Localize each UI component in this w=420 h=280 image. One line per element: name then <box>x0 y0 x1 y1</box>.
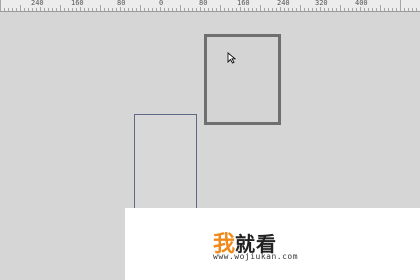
frame-outline[interactable] <box>134 114 197 218</box>
horizontal-ruler[interactable]: 240 160 80 0 80 160 240 320 400 <box>0 0 420 12</box>
ruler-label: 160 <box>70 0 85 7</box>
ruler-label: 160 <box>236 0 251 7</box>
ruler-label: 80 <box>116 0 127 7</box>
watermark-url: www.wojiukan.com <box>213 252 299 261</box>
watermark: 我 就看 www.wojiukan.com <box>125 208 420 280</box>
ruler-label: 320 <box>314 0 329 7</box>
ruler-label: 240 <box>276 0 291 7</box>
ruler-label: 0 <box>158 0 165 7</box>
mouse-pointer-icon <box>227 49 237 68</box>
ruler-label: 400 <box>354 0 369 7</box>
ruler-label: 240 <box>30 0 45 7</box>
selected-frame[interactable] <box>204 34 281 125</box>
ruler-label: 80 <box>198 0 209 7</box>
